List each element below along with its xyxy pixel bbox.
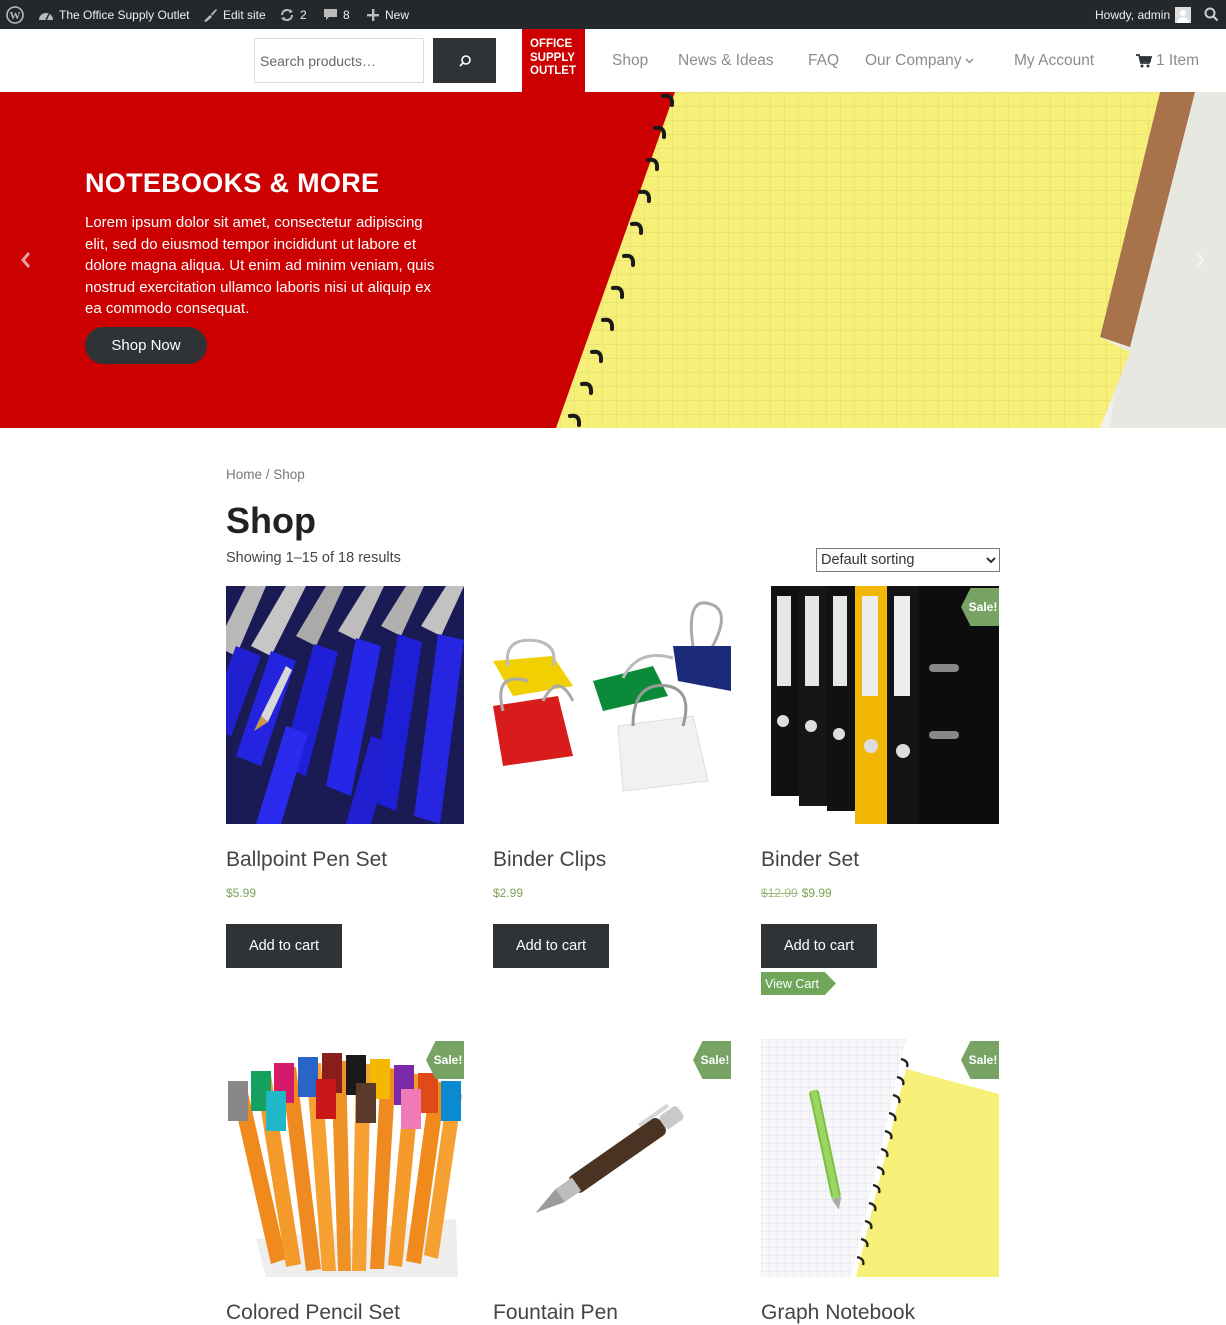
avatar [1175,6,1192,23]
nav-my-account[interactable]: My Account [1014,29,1094,92]
product-price: $12.99 $9.99 [761,886,832,900]
shop-now-button[interactable]: Shop Now [85,327,207,364]
dashboard-icon [39,12,53,20]
product-name[interactable]: Colored Pencil Set [226,1301,400,1325]
price-current: $5.99 [226,886,257,900]
comment-icon [324,9,337,20]
slider-next-icon[interactable] [1188,248,1212,272]
product-image[interactable] [226,586,464,824]
search-icon [458,54,471,67]
comments-count: 8 [343,7,350,22]
logo-line: SUPPLY [530,51,575,64]
hero-description: Lorem ipsum dolor sit amet, consectetur … [85,214,435,318]
nav-news-ideas[interactable]: News & Ideas [678,29,774,92]
brush-icon [204,8,217,22]
product-image[interactable]: Sale! [226,1039,464,1277]
product-name[interactable]: Fountain Pen [493,1301,618,1325]
nav-faq[interactable]: FAQ [808,29,839,92]
nav-company-label: Our Company [865,51,962,69]
add-to-cart-button[interactable]: Add to cart [761,924,877,968]
logo-line: OFFICE [530,38,573,50]
price-current: $9.99 [801,886,832,900]
new-content-link[interactable]: New [366,0,409,29]
account-menu[interactable]: Howdy, admin [1095,0,1192,29]
search-button[interactable] [433,38,496,83]
nav-faq-label: FAQ [808,51,840,69]
product-name[interactable]: Graph Notebook [761,1301,915,1325]
result-count: Showing 1–15 of 18 results [226,550,401,566]
howdy-label: Howdy, admin [1095,7,1171,22]
edit-site-link[interactable]: Edit site [202,0,266,29]
product-search-input[interactable] [254,38,424,83]
plus-icon [367,8,379,21]
wordpress-logo-icon[interactable]: W [6,0,24,29]
slider-prev-icon[interactable] [14,248,38,272]
hero-slider: NOTEBOOKS & MORE Lorem ipsum dolor sit a… [0,92,1226,428]
nav-shop-label: Shop [612,51,649,69]
view-cart-link[interactable]: View Cart [761,972,836,995]
add-to-cart-button[interactable]: Add to cart [226,924,342,968]
page-title: Shop [226,500,316,541]
price-current: $2.99 [493,886,524,900]
site-logo[interactable]: OFFICE SUPPLY OUTLET [522,29,585,92]
admin-search-icon[interactable] [1204,0,1219,29]
add-to-cart-button[interactable]: Add to cart [493,924,609,968]
site-header: OFFICE SUPPLY OUTLET Shop News & Ideas F… [0,29,1226,92]
comments-link[interactable]: 8 [323,0,350,29]
cart-icon [1136,53,1152,67]
nav-account-label: My Account [1014,51,1095,69]
chevron-down-icon [965,57,975,64]
nav-our-company[interactable]: Our Company [865,29,975,92]
logo-line: OUTLET [530,65,576,77]
product-image[interactable]: Sale! [761,586,999,824]
product-image[interactable]: Sale! [493,1039,731,1277]
updates-count: 2 [300,7,307,22]
product-name[interactable]: Ballpoint Pen Set [226,848,387,872]
product-image[interactable]: Sale! [761,1039,999,1277]
updates-icon [281,8,293,21]
product-image[interactable] [493,586,731,824]
hero-title: NOTEBOOKS & MORE [85,168,380,198]
nav-cart[interactable]: 1 Item [1136,29,1199,92]
breadcrumb[interactable]: Home / Shop [226,467,305,482]
product-price: $5.99 [226,886,256,900]
updates-link[interactable]: 2 [279,0,307,29]
new-label: New [385,7,410,22]
sorting-select[interactable]: Default sorting [816,548,1000,572]
site-name-link[interactable]: The Office Supply Outlet [38,0,190,29]
product-price: $2.99 [493,886,523,900]
nav-news-label: News & Ideas [678,51,774,69]
cart-count-label: 1 Item [1156,51,1200,69]
admin-bar: W The Office Supply Outlet Edit site 2 8… [0,0,1226,29]
edit-site-label: Edit site [223,7,266,22]
product-name[interactable]: Binder Clips [493,848,606,872]
site-name: The Office Supply Outlet [59,7,190,22]
nav-shop[interactable]: Shop [612,29,648,92]
svg-text:W: W [10,10,21,22]
product-name[interactable]: Binder Set [761,848,859,872]
price-original: $12.99 [761,886,798,900]
